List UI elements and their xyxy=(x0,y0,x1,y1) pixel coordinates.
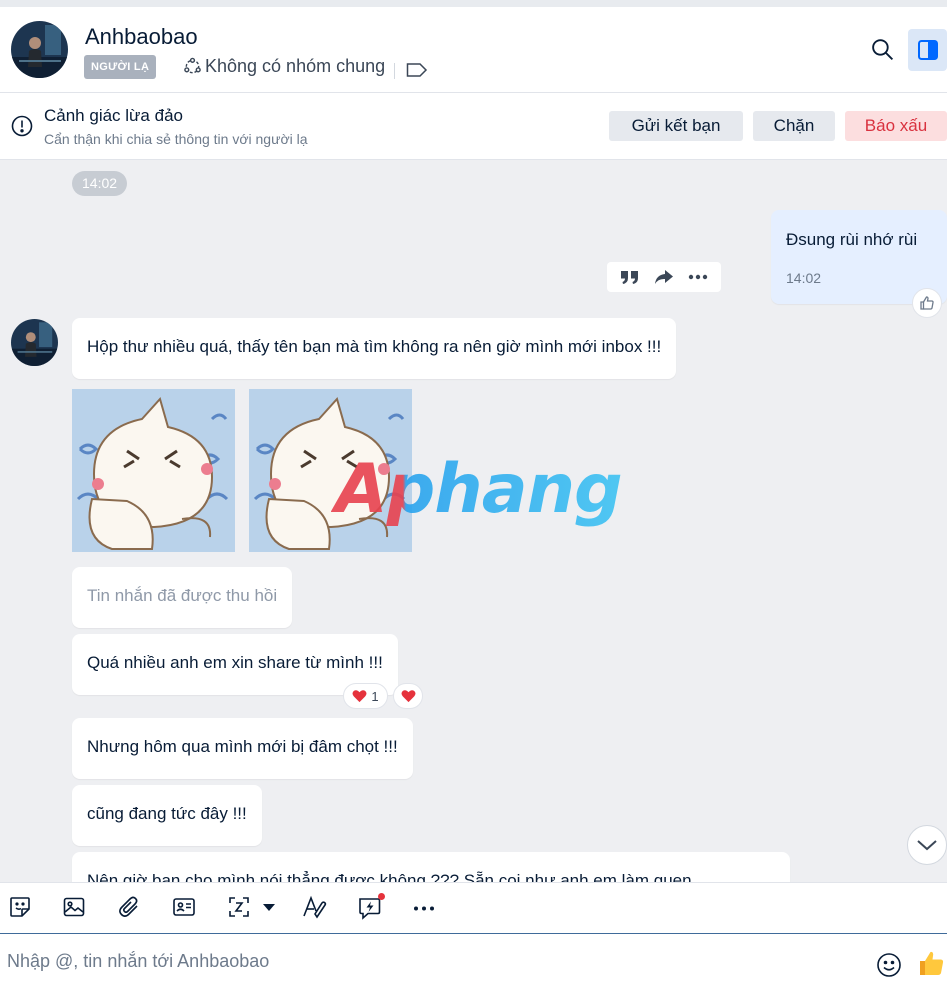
chevron-down-icon xyxy=(916,838,938,852)
text-format-icon[interactable] xyxy=(302,895,328,919)
group-icon xyxy=(183,57,202,76)
recalled-message-text: Tin nhắn đã được thu hồi xyxy=(87,586,278,605)
share-icon[interactable] xyxy=(654,269,674,285)
sticker-icon[interactable] xyxy=(8,895,32,919)
time-divider: 14:02 xyxy=(72,171,128,196)
heart-icon xyxy=(401,689,416,703)
alert-circle-icon xyxy=(11,115,33,142)
reaction-summary[interactable]: 1 xyxy=(343,683,388,709)
header-divider xyxy=(394,63,395,79)
common-groups-label: Không có nhóm chung xyxy=(205,56,386,76)
scroll-to-bottom-button[interactable] xyxy=(907,825,947,865)
message-bubble[interactable]: Nhưng hôm qua mình mới bị đâm chọt !!! xyxy=(72,718,413,779)
watermark-logo: Aphang xyxy=(330,450,623,549)
paperclip-icon[interactable] xyxy=(117,895,141,919)
message-text: Nhưng hôm qua mình mới bị đâm chọt !!! xyxy=(87,737,398,756)
scam-warning-bar: Cảnh giác lừa đảo Cẩn thận khi chia sẻ t… xyxy=(0,93,947,160)
quote-icon[interactable] xyxy=(620,269,640,285)
contact-avatar[interactable] xyxy=(11,21,68,78)
more-icon[interactable] xyxy=(688,274,708,280)
search-icon[interactable] xyxy=(870,37,895,67)
emoji-icon[interactable] xyxy=(876,952,902,983)
message-composer xyxy=(0,934,947,989)
tag-icon[interactable] xyxy=(406,62,428,83)
toggle-info-panel-button[interactable] xyxy=(908,29,947,71)
like-reaction-button[interactable] xyxy=(912,288,942,318)
svg-text:Aphang: Aphang xyxy=(331,452,621,529)
image-icon[interactable] xyxy=(62,895,86,919)
warning-subtitle: Cẩn thận khi chia sẻ thông tin với người… xyxy=(44,131,308,147)
react-heart-button[interactable] xyxy=(393,683,423,709)
conversation-header: Anhbaobao NGƯỜI LẠ Không có nhóm chung xyxy=(0,7,947,93)
message-bubble[interactable]: Hộp thư nhiều quá, thấy tên bạn mà tìm k… xyxy=(72,318,677,379)
recalled-message-bubble[interactable]: Tin nhắn đã được thu hồi xyxy=(72,567,293,628)
message-text: Nên giờ bạn cho mình nói thẳng được khôn… xyxy=(87,871,692,882)
chevron-down-icon[interactable] xyxy=(262,903,276,912)
message-input[interactable] xyxy=(0,944,860,978)
heart-icon xyxy=(352,689,367,703)
window-top-strip xyxy=(0,0,947,7)
reaction-count: 1 xyxy=(371,688,379,704)
stranger-badge: NGƯỜI LẠ xyxy=(84,55,157,79)
message-text: Hộp thư nhiều quá, thấy tên bạn mà tìm k… xyxy=(87,337,662,356)
sender-avatar[interactable] xyxy=(11,319,58,366)
message-list[interactable]: 14:02 Đsung rùi nhớ rùi 14:02 Hộp thư nh… xyxy=(0,160,947,882)
thumbs-up-icon xyxy=(919,295,935,311)
message-actions xyxy=(607,262,721,292)
message-bubble[interactable]: cũng đang tức đây !!! xyxy=(72,785,262,846)
my-message-time: 14:02 xyxy=(786,270,822,286)
screenshot-icon[interactable] xyxy=(227,895,251,919)
contact-name[interactable]: Anhbaobao xyxy=(85,24,198,50)
more-icon[interactable] xyxy=(413,906,435,911)
warning-title: Cảnh giác lừa đảo xyxy=(44,106,183,125)
contact-card-icon[interactable] xyxy=(172,895,196,919)
report-button[interactable]: Báo xấu xyxy=(845,111,947,141)
message-text: cũng đang tức đây !!! xyxy=(87,804,247,823)
common-groups[interactable]: Không có nhóm chung xyxy=(183,56,385,77)
block-button[interactable]: Chặn xyxy=(753,111,835,141)
add-friend-button[interactable]: Gửi kết bạn xyxy=(609,111,743,141)
composer-toolbar xyxy=(0,882,947,934)
send-like-button[interactable] xyxy=(918,949,946,977)
quick-message-icon[interactable] xyxy=(357,893,385,921)
notification-dot xyxy=(378,893,385,900)
my-message-text: Đsung rùi nhớ rùi xyxy=(786,230,918,249)
message-text: Quá nhiều anh em xin share từ mình !!! xyxy=(87,653,383,672)
sticker-image[interactable] xyxy=(72,389,235,552)
message-bubble[interactable]: Nên giờ bạn cho mình nói thẳng được khôn… xyxy=(72,852,790,882)
thumbs-up-icon xyxy=(918,949,946,977)
sidebar-panel-icon xyxy=(916,38,940,62)
